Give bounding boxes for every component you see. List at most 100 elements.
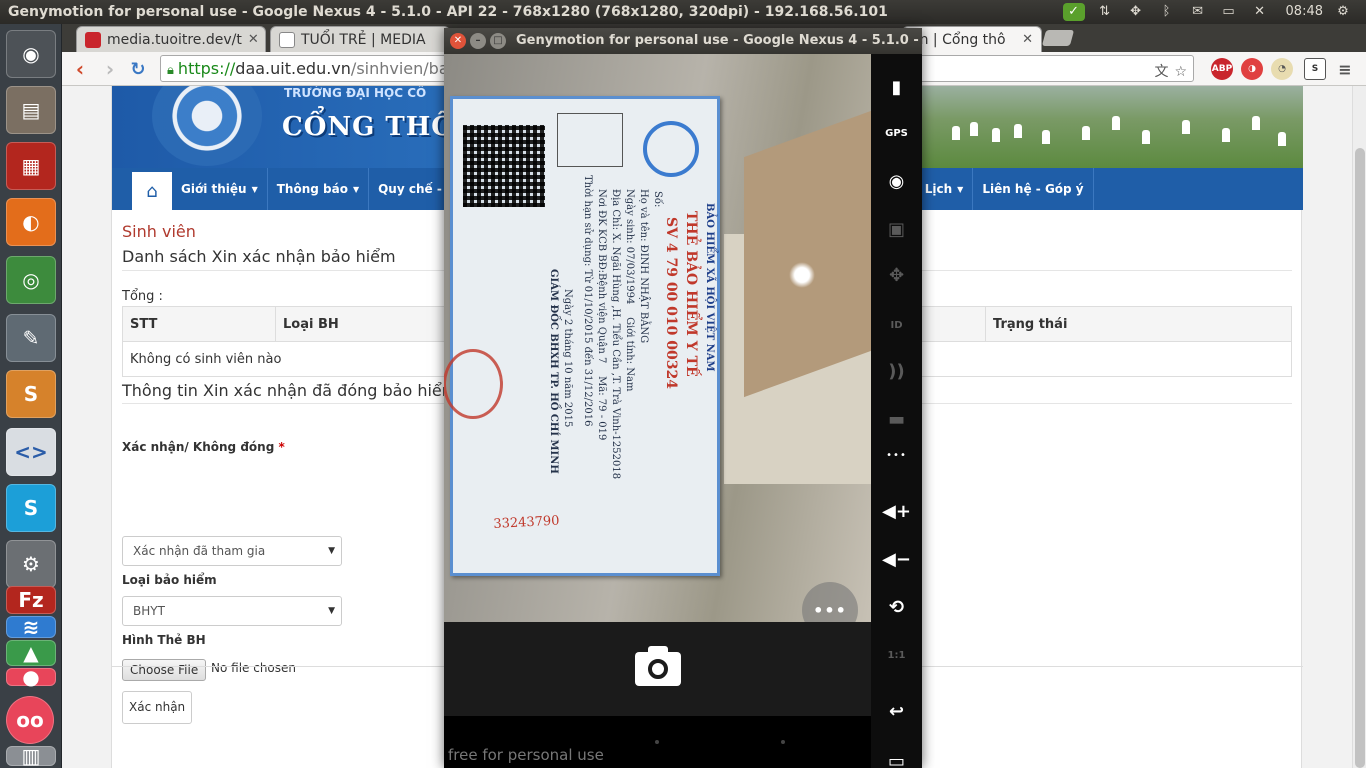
tab-tuoitre-media[interactable]: media.tuoitre.dev/t ✕ xyxy=(76,26,266,52)
battery-icon[interactable]: ▭ xyxy=(1218,3,1240,21)
monitor-icon[interactable]: ≋ xyxy=(6,615,56,639)
os-top-panel: Genymotion for personal use - Google Nex… xyxy=(0,0,1366,24)
close-icon[interactable]: ✕ xyxy=(450,33,466,49)
bookmark-star-icon[interactable]: ☆ xyxy=(1174,60,1187,81)
minimize-icon[interactable]: – xyxy=(470,33,486,49)
nav-thong-bao[interactable]: Thông báo ▼ xyxy=(268,168,370,210)
caret-down-icon: ▼ xyxy=(251,184,258,194)
android-back-icon[interactable]: ↩ xyxy=(871,694,922,728)
android-recent-apps-icon[interactable]: ▭ xyxy=(871,744,922,768)
nav-lich[interactable]: Lịch ▼ xyxy=(914,168,974,210)
trash-icon[interactable]: ▥ xyxy=(6,744,56,768)
genymotion-title: Genymotion for personal use - Google Nex… xyxy=(516,33,922,48)
tab-cong-thong-tin[interactable]: ên | Cổng thô ✕ xyxy=(902,26,1042,52)
sublime-text-icon[interactable]: S xyxy=(6,370,56,418)
camera-menu-button[interactable]: ••• xyxy=(802,582,858,622)
section-title: Sinh viên xyxy=(122,222,196,241)
translate-icon[interactable]: ⽂ xyxy=(1154,60,1168,81)
app-indicator-icon[interactable]: ✥ xyxy=(1125,3,1147,21)
secure-lock-icon: 🔒︎ xyxy=(167,63,174,78)
col-stt: STT xyxy=(122,306,276,342)
card-number: SV 4 79 00 010 00324 xyxy=(663,217,679,389)
pixel-perfect-icon[interactable]: 1:1 xyxy=(871,638,922,672)
screencast-widget-icon[interactable]: ▣ xyxy=(871,212,922,246)
nav-gioi-thieu[interactable]: Giới thiệu ▼ xyxy=(172,168,268,210)
filezilla-icon[interactable]: Fz xyxy=(6,586,56,614)
genymotion-title-bar[interactable]: Genymotion for personal use - Google Nex… xyxy=(444,28,922,54)
confirm-select[interactable]: Xác nhận đã tham gia ▼ xyxy=(122,536,342,566)
gps-widget-icon[interactable]: GPS xyxy=(871,116,922,150)
camera-viewfinder[interactable]: BẢO HIỂM XÃ HỘI VIỆT NAM THẺ BẢO HIỂM Y … xyxy=(444,54,871,622)
workspace-switcher-icon[interactable]: ▦ xyxy=(6,142,56,190)
ubuntu-dash-icon[interactable]: ◉ xyxy=(6,30,56,78)
back-icon[interactable]: ‹ xyxy=(68,57,92,81)
home-icon[interactable]: ⌂ xyxy=(132,172,172,210)
mail-icon[interactable]: ✉ xyxy=(1187,3,1209,21)
bhxh-emblem-icon xyxy=(643,121,699,177)
more-widgets-icon[interactable]: ••• xyxy=(871,450,922,461)
active-window-title: Genymotion for personal use - Google Nex… xyxy=(8,4,888,20)
page-favicon-icon xyxy=(279,31,295,48)
chrome-icon[interactable]: ◎ xyxy=(6,256,56,304)
tab-tuoitre-media-2[interactable]: TUỔI TRẺ | MEDIA xyxy=(270,26,450,52)
insurance-type-select[interactable]: BHYT ▼ xyxy=(122,596,342,626)
card-address: Địa Chỉ: X. Ngãi Hùng ,H. Tiểu Cần ,T. T… xyxy=(610,189,621,480)
dropdown-arrow-icon: ▼ xyxy=(328,606,335,616)
clock[interactable]: 08:48 xyxy=(1286,0,1323,24)
bluetooth-icon[interactable]: ᛒ xyxy=(1156,3,1178,21)
volume-muted-icon[interactable]: ✕ xyxy=(1249,3,1271,21)
forward-icon[interactable]: › xyxy=(98,57,122,81)
text-editor-icon[interactable]: ✎ xyxy=(6,314,56,362)
rotate-icon[interactable]: ⟲ xyxy=(871,590,922,624)
page-scrollbar[interactable] xyxy=(1352,86,1366,768)
genymotion-icon[interactable]: oo xyxy=(6,696,54,744)
extension-s-icon[interactable]: S xyxy=(1304,58,1326,80)
power-gear-icon[interactable]: ⚙ xyxy=(1332,3,1354,21)
webcam-widget-icon[interactable]: ◉ xyxy=(871,164,922,198)
extension-shield-icon[interactable]: ◑ xyxy=(1241,58,1263,80)
watermark-text: free for personal use xyxy=(448,746,604,764)
system-settings-icon[interactable]: ⚙ xyxy=(6,540,56,588)
network-widget-icon[interactable]: )) xyxy=(871,354,922,388)
genymotion-toolbar: ▮ GPS ◉ ▣ ✥ ID )) ▬ ••• ◀+ ◀− ⟲ 1:1 ↩ ▭ xyxy=(871,54,922,768)
card-serial: 33243790 xyxy=(493,513,560,532)
card-org: BẢO HIỂM XÃ HỘI VIỆT NAM xyxy=(704,203,715,372)
skype-icon[interactable]: S xyxy=(6,484,56,532)
close-icon[interactable]: ✕ xyxy=(1016,32,1033,47)
android-screen[interactable]: BẢO HIỂM XÃ HỘI VIỆT NAM THẺ BẢO HIỂM Y … xyxy=(444,54,871,768)
code-editor-icon[interactable]: <> xyxy=(6,428,56,476)
device-id-widget-icon[interactable]: ID xyxy=(871,308,922,342)
submit-button[interactable]: Xác nhận xyxy=(122,691,193,724)
scrollbar-thumb[interactable] xyxy=(1355,148,1365,768)
extension-cookie-icon[interactable]: ◔ xyxy=(1271,58,1293,80)
banner-students-photo xyxy=(922,86,1303,168)
red-stamp-icon xyxy=(444,349,503,419)
battery-widget-icon[interactable]: ▮ xyxy=(871,70,922,104)
android-sdk-icon[interactable]: ▲ xyxy=(6,640,56,666)
chrome-menu-icon[interactable]: ≡ xyxy=(1334,58,1356,80)
nav-lien-he[interactable]: Liên hệ - Góp ý xyxy=(973,168,1094,210)
adblock-icon[interactable]: ABP xyxy=(1211,58,1233,80)
unity-launcher: ◉ ▤ ▦ ◐ ◎ ✎ S <> S ⚙ Fz ≋ ▲ ● oo ▥ xyxy=(0,24,62,768)
choose-file-button[interactable]: Choose File xyxy=(122,659,207,681)
tab-label: TUỔI TRẺ | MEDIA xyxy=(301,31,426,48)
reload-icon[interactable]: ↻ xyxy=(126,57,150,81)
close-icon[interactable]: ✕ xyxy=(242,32,259,47)
maximize-icon[interactable]: □ xyxy=(490,33,506,49)
total-label: Tổng : xyxy=(122,289,163,304)
files-icon[interactable]: ▤ xyxy=(6,86,56,134)
network-transfer-icon[interactable]: ⇅ xyxy=(1094,3,1116,21)
banner-subtitle: TRƯỜNG ĐẠI HỌC CÔ xyxy=(284,86,427,100)
new-tab-button[interactable] xyxy=(1041,30,1075,46)
app-icon[interactable]: ● xyxy=(6,665,56,689)
volume-up-icon[interactable]: ◀+ xyxy=(871,494,922,528)
camera-shutter-icon[interactable] xyxy=(635,646,681,686)
firefox-icon[interactable]: ◐ xyxy=(6,198,56,246)
volume-down-icon[interactable]: ◀− xyxy=(871,542,922,576)
update-indicator-icon[interactable]: ✓ xyxy=(1062,3,1085,21)
card-dob-gender: Ngày sinh: 07/03/1994 Giới tính: Nam xyxy=(624,189,635,392)
info-heading: Thông tin Xin xác nhận đã đóng bảo hiểm xyxy=(122,381,458,400)
caret-down-icon: ▼ xyxy=(957,184,964,194)
move-widget-icon[interactable]: ✥ xyxy=(871,258,922,292)
sms-widget-icon[interactable]: ▬ xyxy=(871,402,922,436)
